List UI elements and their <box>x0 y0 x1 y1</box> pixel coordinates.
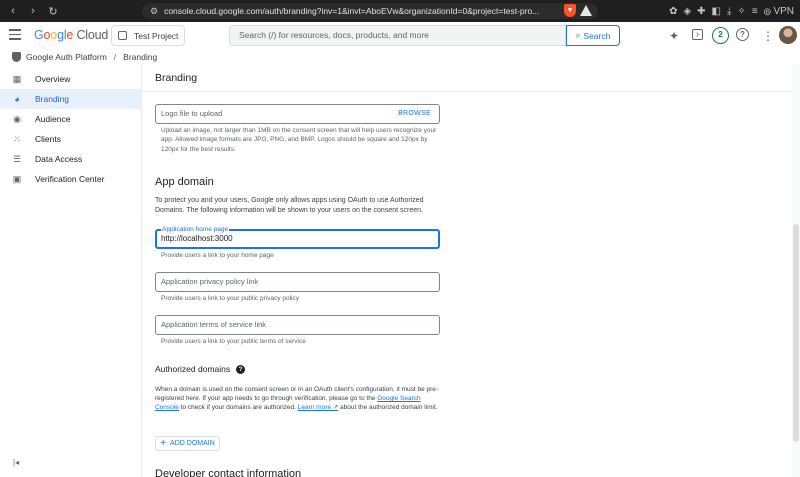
brave-shields-icon[interactable]: ▼ <box>564 4 576 17</box>
address-bar[interactable]: ⚙ console.cloud.google.com/auth/branding… <box>142 3 598 19</box>
forward-icon[interactable]: › <box>26 5 40 17</box>
sidebar-item-branding[interactable]: ◕ Branding <box>0 89 142 109</box>
cloud-shell-icon[interactable]: › <box>692 29 703 40</box>
grid-icon: ⁙ <box>13 133 21 144</box>
terms-of-service-helper: Provide users a link to your public term… <box>161 338 306 345</box>
shield-icon <box>12 52 21 62</box>
developer-contact-heading: Developer contact information <box>155 468 302 477</box>
puzzle-icon[interactable]: ✚ <box>697 6 705 17</box>
add-domain-button[interactable]: + ADD DOMAIN <box>155 436 220 451</box>
breadcrumb-product[interactable]: Google Auth Platform <box>26 52 107 62</box>
sidebar-item-verification-center[interactable]: ▣ Verification Center <box>0 169 142 189</box>
help-icon[interactable]: ? <box>736 28 749 41</box>
logo-helper-text: Upload an image, not larger than 1MB on … <box>161 127 437 153</box>
help-circle-icon[interactable]: ? <box>236 364 246 374</box>
more-options-icon[interactable]: ⋮ <box>762 29 774 43</box>
home-page-value: http://localhost:3000 <box>161 234 233 243</box>
vpn-label: VPN <box>773 5 794 17</box>
sidebar-item-overview[interactable]: ▦ Overview <box>0 69 142 89</box>
project-icon <box>118 31 127 40</box>
plus-icon: + <box>160 437 167 449</box>
logo-upload-placeholder: Logo file to upload <box>161 109 223 118</box>
logo-letter: e <box>66 28 74 42</box>
sidebar-item-clients[interactable]: ⁙ Clients <box>0 129 142 149</box>
breadcrumb-page[interactable]: Branding <box>123 52 157 62</box>
list-icon: ☰ <box>12 153 22 164</box>
browser-actions: ✿ ◈ ✚ ◧ ⤓ ✧ ≡ ◎ VPN <box>669 0 794 22</box>
divider <box>143 91 791 92</box>
reload-icon[interactable]: ↻ <box>46 5 60 18</box>
home-page-helper: Provide users a link to your home page <box>161 252 274 259</box>
google-cloud-logo[interactable]: Google Cloud <box>34 28 108 42</box>
learn-more-link[interactable]: Learn more <box>298 404 331 411</box>
logo-letter: g <box>57 28 64 42</box>
palette-icon: ◕ <box>14 94 20 104</box>
sidebar-item-label: Verification Center <box>35 174 105 184</box>
privacy-policy-field[interactable]: Application privacy policy link <box>155 272 440 292</box>
terms-of-service-field[interactable]: Application terms of service link <box>155 315 440 335</box>
authorized-domains-text: about the authorized domain limit. <box>338 404 438 412</box>
logo-upload-field[interactable]: Logo file to upload BROWSE <box>155 104 440 124</box>
app-domain-description: To protect you and your users, Google on… <box>155 197 424 214</box>
search-input[interactable]: Search (/) for resources, docs, products… <box>229 25 566 46</box>
page-title: Branding <box>155 72 198 84</box>
person-icon: ◉ <box>13 113 21 124</box>
hamburger-menu-icon[interactable] <box>9 29 21 41</box>
search-button-label: Search <box>583 30 611 41</box>
notifications-badge[interactable]: 2 <box>712 27 729 44</box>
extension-icon[interactable]: ✿ <box>669 6 677 17</box>
authorized-domains-title: Authorized domains <box>155 364 231 374</box>
sidebar-item-label: Clients <box>35 134 61 144</box>
vpn-button[interactable]: ◎ VPN <box>764 6 794 17</box>
sidebar-item-label: Data Access <box>35 154 83 164</box>
url-text: console.cloud.google.com/auth/branding?i… <box>164 6 540 16</box>
scrollbar[interactable] <box>792 64 800 477</box>
search-icon: ⌕ <box>575 30 581 40</box>
sidebar: ▦ Overview ◕ Branding ◉ Audience ⁙ Clien… <box>0 64 142 477</box>
sidebar-item-audience[interactable]: ◉ Audience <box>0 109 142 129</box>
back-icon[interactable]: ‹ <box>6 5 20 17</box>
leo-icon[interactable]: ✧ <box>737 6 745 17</box>
search-button[interactable]: ⌕ Search <box>566 25 620 46</box>
collapse-sidebar-icon[interactable]: |◂ <box>13 458 19 467</box>
main-content: Branding Logo file to upload BROWSE Uplo… <box>143 64 791 477</box>
site-info-icon[interactable]: ⚙ <box>150 6 158 17</box>
brave-rewards-icon[interactable] <box>580 5 592 16</box>
browser-toolbar: ‹ › ↻ ▯ ⚙ console.cloud.google.com/auth/… <box>0 0 800 22</box>
authorized-domains-description: When a domain is used on the consent scr… <box>155 385 441 413</box>
app-domain-heading: App domain <box>155 176 214 188</box>
sidebar-item-data-access[interactable]: ☰ Data Access <box>0 149 142 169</box>
menu-icon[interactable]: ≡ <box>752 6 758 17</box>
home-page-field[interactable]: Application home page http://localhost:3… <box>155 225 440 249</box>
sidebar-toggle-icon[interactable]: ◧ <box>712 6 721 17</box>
project-picker-button[interactable]: Test Project <box>111 25 185 46</box>
sidebar-item-label: Overview <box>35 74 71 84</box>
download-icon[interactable]: ⤓ <box>727 6 731 17</box>
breadcrumb: Google Auth Platform / Branding <box>0 50 800 64</box>
sidebar-item-label: Branding <box>35 94 70 104</box>
privacy-policy-helper: Provide users a link to your public priv… <box>161 295 300 302</box>
checklist-icon: ▣ <box>12 173 22 184</box>
avatar[interactable] <box>779 26 797 44</box>
sidebar-item-label: Audience <box>35 114 71 124</box>
browse-button[interactable]: BROWSE <box>398 105 431 123</box>
authorized-domains-text: to check if your domains are authorized. <box>178 404 298 412</box>
dashboard-icon: ▦ <box>12 73 22 84</box>
add-domain-label: ADD DOMAIN <box>170 440 215 447</box>
authorized-domains-heading: Authorized domains ? <box>155 364 246 374</box>
logo-letter: G <box>34 28 44 42</box>
wallet-icon[interactable]: ◈ <box>683 6 691 17</box>
home-page-label: Application home page <box>161 225 230 234</box>
breadcrumb-separator: / <box>113 52 117 62</box>
project-label: Test Project <box>134 30 179 41</box>
scrollbar-thumb[interactable] <box>793 224 799 442</box>
logo-cloud-text: Cloud <box>76 28 109 42</box>
gemini-icon[interactable]: ✦ <box>669 29 679 43</box>
app-header: Google Cloud Test Project Search (/) for… <box>0 22 800 50</box>
